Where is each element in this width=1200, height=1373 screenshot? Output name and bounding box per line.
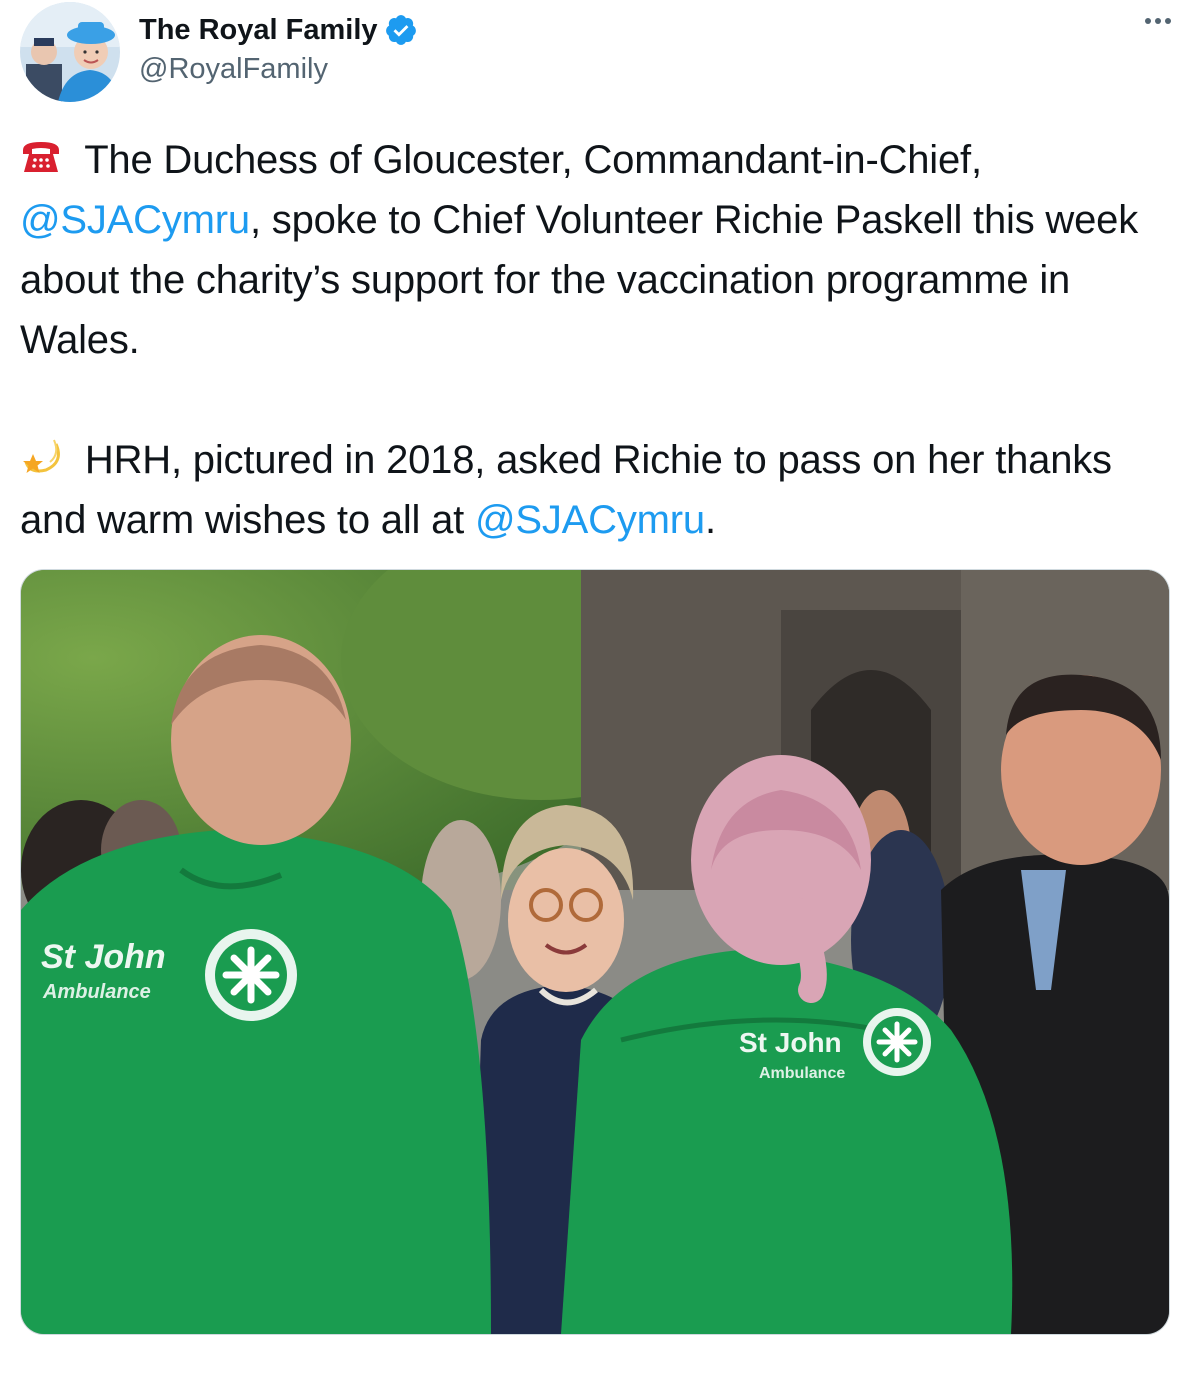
tweet-paragraph-1: The Duchess of Gloucester, Commandant-in… <box>20 130 1180 370</box>
more-dots-icon <box>1145 18 1151 24</box>
more-dots-icon <box>1165 18 1171 24</box>
tweet-photo[interactable]: St John Ambulance St John Ambulance <box>20 569 1170 1335</box>
paragraph-2-text-end: . <box>704 498 716 542</box>
tweet-paragraph-2: HRH, pictured in 2018, asked Richie to p… <box>20 430 1180 550</box>
display-name[interactable]: The Royal Family <box>139 14 378 47</box>
uniform-logo-text-1: St John <box>41 938 166 976</box>
paragraph-1-text-start: The Duchess of Gloucester, Commandant-in… <box>74 138 982 182</box>
mention-link[interactable]: @SJACymru <box>475 498 705 542</box>
more-dots-icon <box>1155 18 1161 24</box>
avatar[interactable] <box>20 2 120 102</box>
tweet: The Royal Family @RoyalFamily The Duches… <box>0 0 1200 1373</box>
uniform-logo-subtext-2: Ambulance <box>759 1065 845 1082</box>
author-names: The Royal Family @RoyalFamily <box>139 10 418 88</box>
verified-badge-icon <box>384 13 418 47</box>
tweet-text: The Duchess of Gloucester, Commandant-in… <box>20 130 1180 550</box>
uniform-logo-subtext-1: Ambulance <box>42 981 151 1003</box>
uniform-logo-text-2: St John <box>739 1027 842 1058</box>
dizzy-star-emoji-icon <box>20 436 62 478</box>
author-handle[interactable]: @RoyalFamily <box>139 50 418 88</box>
tweet-header: The Royal Family @RoyalFamily <box>20 0 1180 110</box>
telephone-emoji-icon <box>20 136 62 178</box>
more-options-button[interactable] <box>1136 6 1180 36</box>
display-name-row: The Royal Family <box>139 10 418 50</box>
mention-link[interactable]: @SJACymru <box>20 198 250 242</box>
